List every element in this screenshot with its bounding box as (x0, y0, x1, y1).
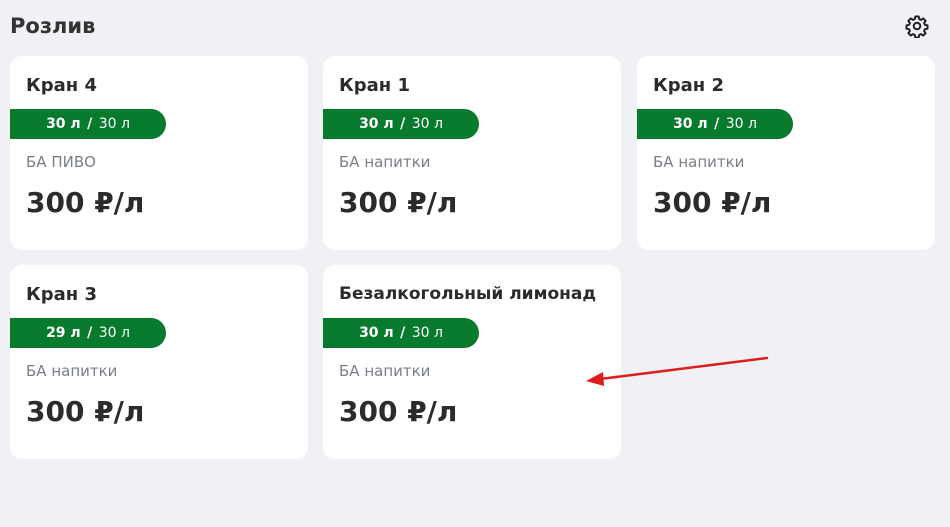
tap-name: Кран 3 (26, 284, 97, 305)
tap-description: БА ПИВО (26, 153, 96, 171)
tap-card[interactable]: Кран 4 30 л / 30 л БА ПИВО 300 ₽/л (10, 56, 308, 250)
tap-card[interactable]: Безалкогольный лимонад 30 л / 30 л БА на… (323, 265, 621, 459)
volume-current: 29 л (46, 325, 81, 341)
scrollbar[interactable] (936, 0, 950, 527)
volume-badge: 30 л / 30 л (10, 109, 166, 139)
gear-icon (905, 15, 929, 39)
tap-name: Кран 4 (26, 75, 97, 96)
tap-price: 300 ₽/л (653, 186, 772, 219)
tap-price: 300 ₽/л (339, 186, 458, 219)
tap-description: БА напитки (339, 362, 431, 380)
volume-total: 30 л (98, 116, 130, 132)
volume-separator: / (400, 116, 406, 132)
tap-name: Безалкогольный лимонад (339, 284, 597, 304)
tap-card[interactable]: Кран 1 30 л / 30 л БА напитки 300 ₽/л (323, 56, 621, 250)
settings-button[interactable] (905, 14, 929, 39)
volume-current: 30 л (359, 325, 394, 341)
tap-card[interactable]: Кран 3 29 л / 30 л БА напитки 300 ₽/л (10, 265, 308, 459)
volume-total: 30 л (98, 325, 130, 341)
volume-current: 30 л (673, 116, 708, 132)
volume-badge: 30 л / 30 л (637, 109, 793, 139)
volume-badge: 30 л / 30 л (323, 109, 479, 139)
tap-price: 300 ₽/л (339, 395, 458, 428)
tap-name: Кран 2 (653, 75, 724, 96)
tap-price: 300 ₽/л (26, 186, 145, 219)
volume-separator: / (87, 116, 93, 132)
volume-total: 30 л (725, 116, 757, 132)
volume-separator: / (87, 325, 93, 341)
tap-description: БА напитки (653, 153, 745, 171)
volume-total: 30 л (411, 116, 443, 132)
volume-current: 30 л (46, 116, 81, 132)
tap-name: Кран 1 (339, 75, 410, 96)
tap-price: 300 ₽/л (26, 395, 145, 428)
volume-badge: 30 л / 30 л (323, 318, 479, 348)
tap-card[interactable]: Кран 2 30 л / 30 л БА напитки 300 ₽/л (637, 56, 935, 250)
page-title: Розлив (10, 14, 96, 38)
volume-badge: 29 л / 30 л (10, 318, 166, 348)
tap-description: БА напитки (26, 362, 118, 380)
volume-current: 30 л (359, 116, 394, 132)
tap-description: БА напитки (339, 153, 431, 171)
volume-total: 30 л (411, 325, 443, 341)
volume-separator: / (714, 116, 720, 132)
volume-separator: / (400, 325, 406, 341)
